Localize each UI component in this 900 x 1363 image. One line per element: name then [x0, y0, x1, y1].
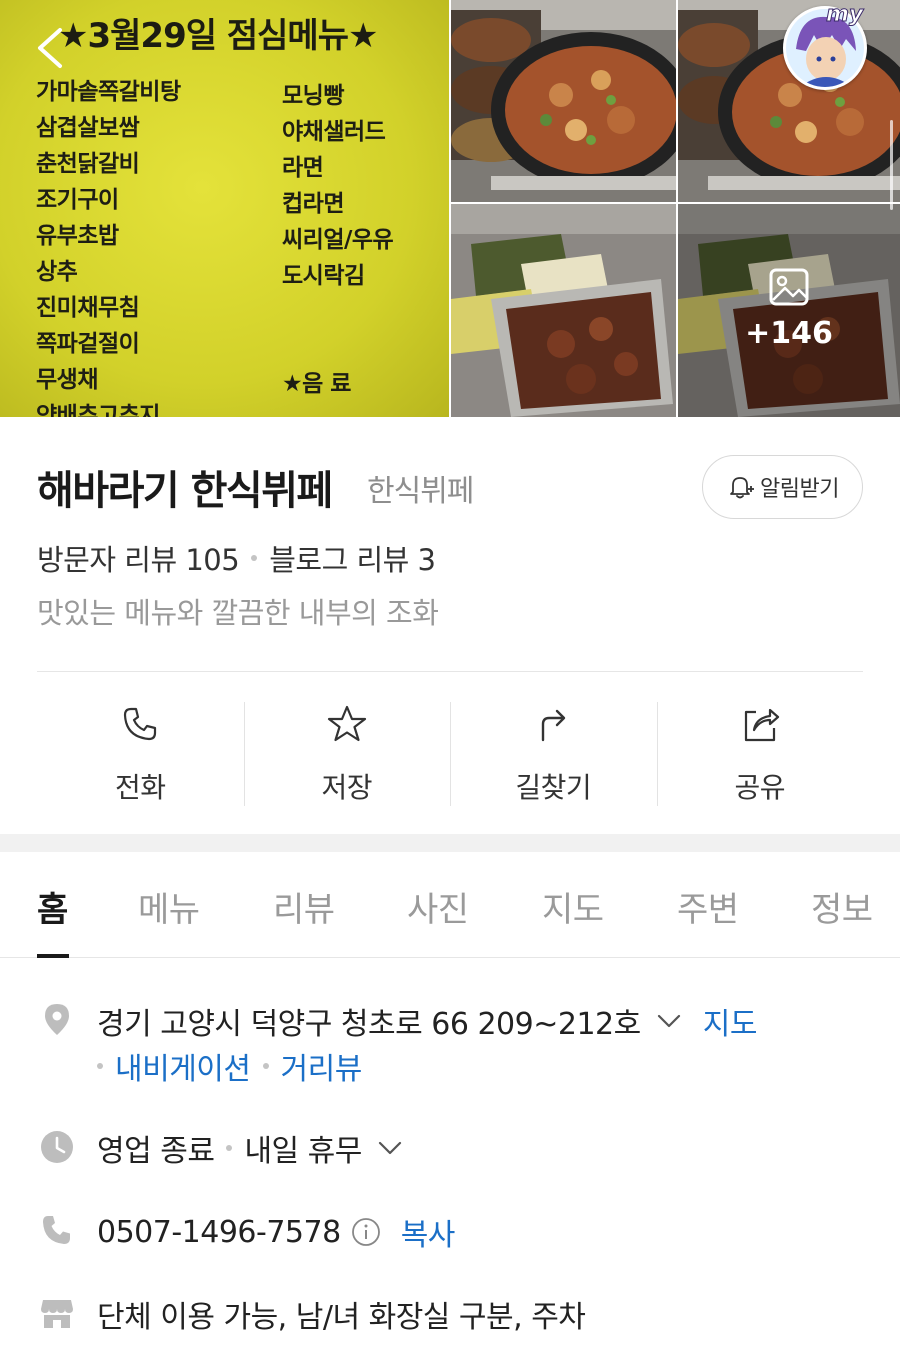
menu-board-title: ★3월29일 점심메뉴★	[58, 16, 378, 56]
menu-board-item: 야채샐러드	[282, 119, 386, 145]
review-summary: 방문자 리뷰 105 블로그 리뷰 3	[37, 537, 436, 579]
directions-button[interactable]: 길찾기	[450, 700, 657, 806]
share-icon	[744, 708, 779, 742]
chevron-down-icon[interactable]	[376, 1134, 404, 1162]
photo-gallery[interactable]: ★3월29일 점심메뉴★ 가마솥쪽갈비탕 삼겹살보쌈 춘천닭갈비 조기구이 유부…	[0, 0, 900, 417]
amenities-text: 단체 이용 가능, 남/녀 화장실 구분, 주차	[97, 1300, 586, 1335]
menu-board-item: 삼겹살보쌈	[36, 115, 140, 141]
menu-board-item: 조기구이	[36, 187, 119, 213]
menu-board-item: 라면	[282, 155, 324, 181]
clock-icon	[41, 1131, 73, 1163]
call-label: 전화	[114, 771, 166, 804]
phone-number[interactable]: 0507-1496-7578	[97, 1215, 341, 1250]
menu-board-right-list: 모닝빵 야채샐러드 라면 컵라면 씨리얼/우유 도시락김 ★음 료	[282, 78, 394, 402]
tab-photos[interactable]: 사진	[407, 882, 469, 931]
place-category: 한식뷔페	[367, 474, 474, 509]
star-icon	[327, 705, 366, 742]
menu-board-item	[282, 294, 393, 330]
menu-board-item: 유부초밥	[36, 223, 119, 249]
navigation-link[interactable]: 내비게이션	[115, 1044, 251, 1088]
hours-status: 영업 종료	[97, 1134, 215, 1169]
chevron-down-icon[interactable]	[655, 1007, 683, 1035]
hours-row[interactable]: 영업 종료 내일 휴무	[97, 1126, 404, 1170]
address-row: 경기 고양시 덕양구 청초로 66 209~212호 지도	[97, 999, 757, 1043]
food-photo-buffet[interactable]	[451, 204, 676, 417]
menu-board-item: 도시락김	[282, 263, 365, 289]
address-links-row: 내비게이션 거리뷰	[97, 1044, 362, 1088]
call-button[interactable]: 전화	[37, 700, 244, 806]
address-text: 경기 고양시 덕양구 청초로 66 209~212호	[97, 1007, 641, 1042]
menu-board-item: 모닝빵	[282, 83, 344, 109]
menu-board-item	[282, 330, 393, 366]
tab-nearby[interactable]: 주변	[677, 882, 739, 931]
section-separator	[0, 834, 900, 852]
menu-board-item: 무생채	[36, 367, 98, 393]
share-button[interactable]: 공유	[656, 700, 864, 806]
divider	[37, 671, 863, 672]
save-button[interactable]: 저장	[243, 700, 451, 806]
phone-row: 0507-1496-7578 복사	[97, 1210, 455, 1254]
tab-menu[interactable]: 메뉴	[138, 882, 200, 931]
store-icon	[41, 1300, 73, 1328]
menu-board-item: 가마솥쪽갈비탕	[36, 79, 181, 105]
menu-board-item: 진미채무침	[36, 295, 140, 321]
tab-home[interactable]: 홈	[37, 882, 68, 931]
phone-icon	[124, 707, 157, 741]
separator-dot	[251, 555, 258, 561]
save-label: 저장	[321, 771, 373, 804]
menu-board-item: 씨리얼/우유	[282, 227, 394, 253]
info-icon[interactable]	[351, 1217, 381, 1247]
visitor-review-link[interactable]: 방문자 리뷰 105	[37, 537, 240, 579]
separator-dot	[97, 1063, 103, 1069]
phone-icon	[43, 1216, 70, 1244]
separator-dot	[262, 1063, 269, 1069]
tab-info[interactable]: 정보	[811, 882, 873, 931]
tab-reviews[interactable]: 리뷰	[273, 882, 335, 931]
food-photo-stirfry[interactable]	[451, 0, 676, 202]
hours-next: 내일 휴무	[244, 1134, 362, 1169]
address-map-link[interactable]: 지도	[703, 999, 758, 1043]
amenities-row: 단체 이용 가능, 남/녀 화장실 구분, 주차	[97, 1292, 586, 1336]
menu-board-item: 컵라면	[282, 191, 344, 217]
location-pin-icon	[45, 1004, 69, 1035]
menu-board-item: 춘천닭갈비	[36, 151, 140, 177]
scroll-indicator	[890, 120, 893, 210]
directions-icon	[542, 709, 566, 742]
place-tagline: 맛있는 메뉴와 깔끔한 내부의 조화	[37, 596, 439, 630]
place-name: 해바라기 한식뷔페	[37, 468, 333, 514]
more-photos-tile[interactable]: +146	[678, 204, 900, 417]
menu-board-item: ★음 료	[282, 371, 351, 397]
share-label: 공유	[734, 771, 786, 804]
bell-plus-icon	[730, 477, 755, 499]
image-icon	[769, 268, 809, 306]
tab-map[interactable]: 지도	[542, 882, 604, 931]
tab-bar: 홈 메뉴 리뷰 사진 지도 주변 정보	[0, 852, 900, 958]
more-photos-overlay	[678, 204, 900, 417]
separator-dot	[226, 1145, 233, 1151]
menu-board-left-list: 가마솥쪽갈비탕 삼겹살보쌈 춘천닭갈비 조기구이 유부초밥 상추 진미채무침 쪽…	[36, 74, 181, 417]
notify-button-label: 알림받기	[760, 477, 839, 502]
directions-label: 길찾기	[515, 771, 592, 804]
notify-button[interactable]: 알림받기	[702, 455, 863, 519]
menu-board-item: 양배추고추지	[36, 403, 160, 417]
more-photos-count: +146	[745, 316, 833, 351]
action-bar: 전화 저장 길찾기 공유	[37, 700, 863, 806]
blog-review-link[interactable]: 블로그 리뷰 3	[269, 537, 436, 579]
copy-phone-button[interactable]: 복사	[401, 1210, 456, 1254]
menu-board-item: 쪽파겉절이	[36, 331, 140, 357]
back-arrow-icon[interactable]	[30, 24, 74, 72]
menu-board-item: 상추	[36, 259, 78, 285]
street-view-link[interactable]: 거리뷰	[281, 1044, 363, 1088]
avatar-badge: my	[825, 2, 864, 28]
active-tab-indicator	[37, 954, 69, 958]
